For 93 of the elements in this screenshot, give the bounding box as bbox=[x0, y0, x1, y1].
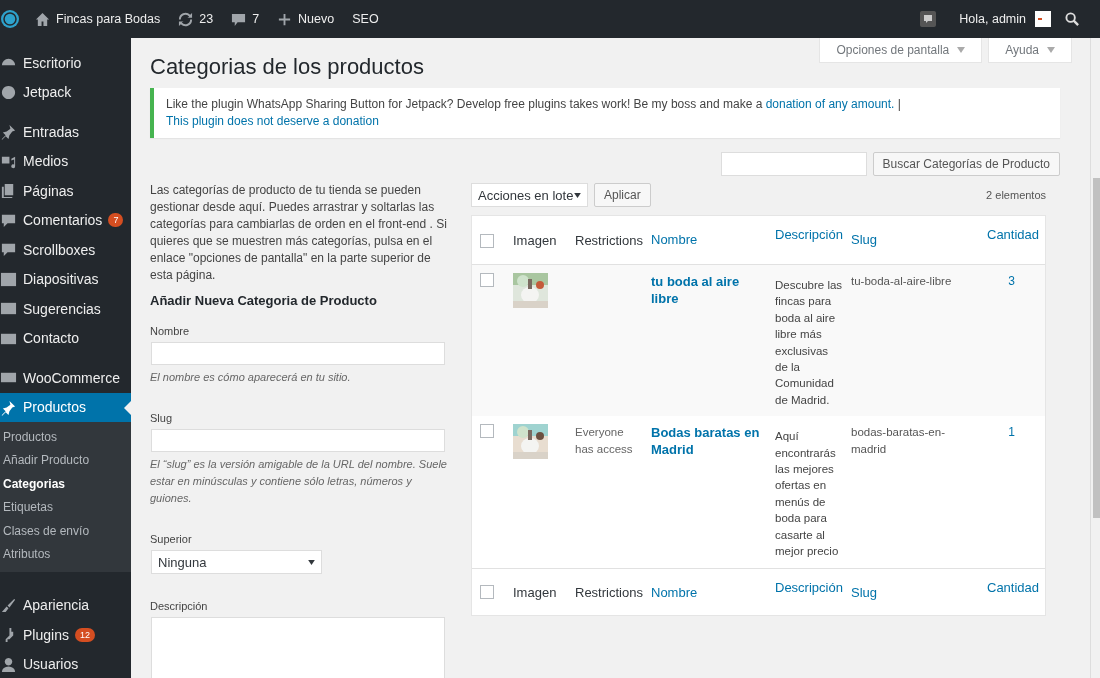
menu-item[interactable]: Páginas bbox=[0, 176, 131, 206]
submenu-item[interactable]: Clases de envío bbox=[0, 519, 131, 543]
comments-link[interactable]: 7 bbox=[231, 11, 260, 27]
field-label: Slug bbox=[150, 412, 174, 424]
new-link[interactable]: Nuevo bbox=[277, 11, 335, 27]
table-cell: Everyone has access bbox=[575, 426, 633, 455]
field-hint: El nombre es cómo aparecerá en tu sitio. bbox=[150, 370, 352, 385]
search-field[interactable] bbox=[720, 152, 867, 176]
donation-link[interactable]: donation of any amount. bbox=[765, 97, 895, 111]
table-cell-text: Descubre las fincas para boda al aire libre más exclusivas de la Comunidad de Madrid. bbox=[774, 278, 844, 408]
category-name-link[interactable]: tu boda al aire libre bbox=[651, 273, 767, 307]
page-title: Categorias de los productos bbox=[150, 54, 425, 80]
refresh-icon bbox=[178, 11, 194, 27]
menu-item[interactable]: Comentarios 7 bbox=[0, 205, 131, 235]
menu-item[interactable]: Scrollboxes bbox=[0, 235, 131, 265]
screen-tab[interactable]: Opciones de pantalla bbox=[819, 38, 983, 63]
brush-icon bbox=[0, 596, 17, 614]
comment-icon bbox=[231, 11, 247, 27]
caret-icon bbox=[957, 47, 966, 53]
select-all-checkbox[interactable] bbox=[480, 585, 494, 599]
separator-text: | bbox=[896, 97, 901, 111]
menu-item[interactable]: Productos bbox=[0, 392, 131, 422]
count-badge: 7 bbox=[108, 213, 124, 228]
menu-item[interactable]: Plugins 12 bbox=[0, 619, 131, 650]
intro-text: Las categorías de producto de tu tienda se pueden gestionar desde aquí. Puedes arrastrar y soltarlas las categorías para cambiarlas de orden en el front-end . Si quieres que se muestren más categorías, pulsa en el enlace "opciones de pantalla" en la parte superior de esta página. bbox=[150, 182, 448, 284]
menu-item[interactable]: Escritorio bbox=[0, 48, 131, 78]
submenu-item[interactable]: Atributos bbox=[0, 542, 131, 567]
menu-item[interactable]: Apariencia bbox=[0, 590, 131, 620]
menu-item[interactable]: Entradas bbox=[0, 117, 131, 147]
site-link[interactable]: Fincas para Bodas bbox=[35, 11, 161, 27]
select-all-checkbox[interactable] bbox=[480, 233, 494, 248]
item-count: 2 elementos bbox=[986, 189, 1047, 201]
column-header: Imagen bbox=[512, 232, 558, 250]
screen-tab[interactable]: Ayuda bbox=[988, 38, 1073, 63]
column-header[interactable]: Cantidad bbox=[983, 216, 1046, 264]
decline-link[interactable]: This plugin does not deserve a donation bbox=[166, 114, 379, 128]
bulk-select[interactable]: Acciones en lote bbox=[471, 183, 588, 207]
menu-item[interactable]: Medios bbox=[0, 146, 131, 176]
field-label: Descripción bbox=[150, 600, 209, 612]
column-header[interactable]: Cantidad bbox=[983, 568, 1046, 615]
column-header[interactable]: Descripción bbox=[771, 568, 847, 615]
menu-item[interactable]: Jetpack bbox=[0, 77, 131, 107]
submenu-item[interactable]: Añadir Producto bbox=[0, 449, 131, 473]
caret-icon bbox=[574, 192, 581, 198]
user-icon bbox=[0, 655, 17, 673]
column-header[interactable]: Descripción bbox=[771, 216, 847, 264]
column-header: Restrictions bbox=[574, 232, 644, 250]
table-cell-text: Aquí encontrarás las mejores ofertas en menús de boda para casarte al mejor precio bbox=[774, 429, 840, 560]
category-name-link[interactable]: Bodas baratas en Madrid bbox=[651, 424, 767, 459]
column-header[interactable]: Nombre bbox=[647, 568, 771, 615]
column-header: Imagen bbox=[512, 583, 558, 602]
row-checkbox[interactable] bbox=[480, 424, 494, 439]
apply-button[interactable]: Aplicar bbox=[594, 183, 651, 207]
count-badge: 12 bbox=[74, 627, 95, 642]
column-header[interactable]: Slug bbox=[847, 568, 983, 615]
search-button[interactable]: Buscar Categorías de Producto bbox=[872, 152, 1061, 176]
submenu-item[interactable]: Productos bbox=[0, 426, 131, 450]
name-field[interactable] bbox=[151, 342, 445, 365]
table-cell-text: tu-boda-al-aire-libre bbox=[850, 274, 953, 289]
parent-select[interactable]: Ninguna bbox=[151, 550, 322, 574]
column-header: Restrictions bbox=[574, 583, 644, 602]
menu-item[interactable]: Usuarios bbox=[0, 649, 131, 678]
submenu-item[interactable]: Categorias bbox=[0, 472, 131, 497]
form-heading: Añadir Nueva Categoria de Producto bbox=[150, 293, 378, 308]
search-icon[interactable] bbox=[1065, 11, 1080, 27]
plus-icon bbox=[277, 11, 293, 27]
account-link[interactable]: Hola, admin bbox=[959, 12, 1026, 26]
slug-field[interactable] bbox=[151, 429, 445, 452]
menu-item[interactable]: Contacto bbox=[0, 323, 131, 353]
field-label: Nombre bbox=[150, 325, 191, 337]
row-checkbox[interactable] bbox=[480, 273, 494, 287]
notification-icon[interactable] bbox=[920, 11, 937, 27]
updates-link[interactable]: 23 bbox=[178, 11, 214, 27]
menu-item[interactable]: Diapositivas bbox=[0, 264, 131, 294]
table-cell-text: bodas-baratas-en-madrid bbox=[850, 425, 946, 457]
menu-item[interactable]: WooCommerce bbox=[0, 363, 131, 393]
seo-link[interactable]: SEO bbox=[352, 12, 379, 26]
home-icon bbox=[35, 11, 50, 27]
count-link[interactable]: 1 bbox=[1008, 425, 1016, 440]
submenu-item[interactable]: Etiquetas bbox=[0, 496, 131, 520]
avatar bbox=[1035, 11, 1051, 27]
column-header[interactable]: Nombre bbox=[647, 216, 771, 264]
logo-icon[interactable] bbox=[0, 9, 20, 29]
scrollbar[interactable] bbox=[1090, 38, 1100, 678]
column-header[interactable]: Slug bbox=[847, 216, 983, 264]
menu-item[interactable]: Sugerencias bbox=[0, 294, 131, 324]
caret-icon bbox=[1047, 47, 1056, 53]
field-hint: El “slug” es la versión amigable de la URL del nombre. Suele estar en minúsculas y contiene sólo letras, números y guiones. bbox=[150, 457, 448, 506]
pin-icon bbox=[0, 123, 17, 141]
caret-icon bbox=[308, 559, 315, 565]
count-link[interactable]: 3 bbox=[1008, 274, 1016, 288]
field-label: Superior bbox=[150, 533, 193, 545]
notice-text: Like the plugin WhatsApp Sharing Button for Jetpack? Develop free plugins takes work! Be my boss and make a bbox=[166, 97, 764, 111]
